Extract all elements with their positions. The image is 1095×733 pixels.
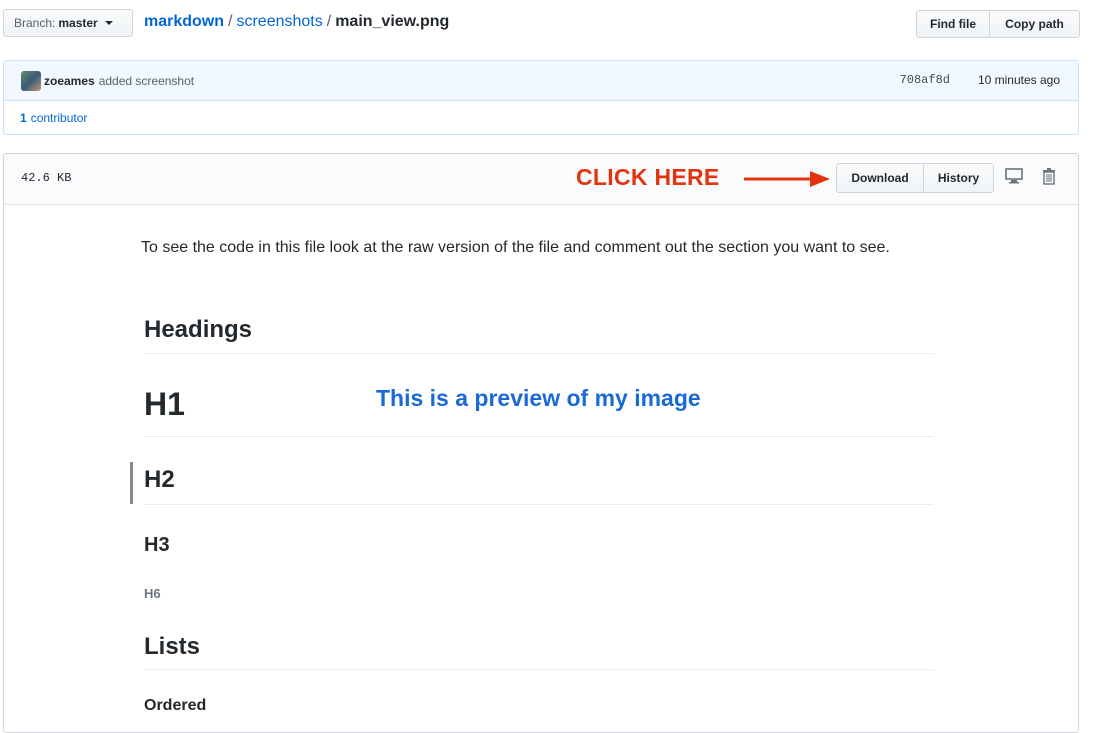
file-nav-buttons: Find file Copy path xyxy=(916,10,1080,38)
heading-h2: H2 xyxy=(144,466,175,493)
caret-down-icon xyxy=(104,21,113,25)
heading-headings: Headings xyxy=(144,316,253,343)
file-size: 42.6 KB xyxy=(21,171,72,185)
image-preview: To see the code in this file look at the… xyxy=(141,235,933,261)
heading-ordered: Ordered xyxy=(144,697,207,714)
text-cursor-marker xyxy=(130,462,133,504)
display-icon[interactable] xyxy=(1005,168,1023,184)
history-button[interactable]: History xyxy=(924,163,994,193)
avatar[interactable] xyxy=(21,70,41,91)
heading-h3: H3 xyxy=(144,534,170,556)
breadcrumb-separator: / xyxy=(228,13,233,30)
arrow-right-icon xyxy=(744,171,830,187)
commit-time: 10 minutes ago xyxy=(977,73,1060,87)
branch-select-button[interactable]: Branch: master xyxy=(3,9,133,37)
commit-author-link[interactable]: zoeames xyxy=(44,74,95,88)
intro-paragraph: To see the code in this file look at the… xyxy=(141,239,890,256)
click-here-annotation: CLICK HERE xyxy=(576,164,720,190)
copy-path-button[interactable]: Copy path xyxy=(990,10,1080,38)
contributors-link[interactable]: 1 contributor xyxy=(4,101,1078,134)
heading-lists: Lists xyxy=(144,633,201,660)
heading-divider xyxy=(144,436,934,437)
heading-divider xyxy=(144,353,934,354)
find-file-button[interactable]: Find file xyxy=(916,10,990,38)
branch-value: master xyxy=(58,16,98,30)
heading-divider xyxy=(144,669,934,670)
heading-divider xyxy=(144,504,934,505)
commit-tease: zoeames added screenshot 708af8d 10 minu… xyxy=(3,60,1079,135)
trash-icon[interactable] xyxy=(1042,168,1056,185)
preview-annotation: This is a preview of my image xyxy=(376,385,701,411)
breadcrumb: markdown / screenshots / main_view.png xyxy=(144,13,449,31)
file-action-buttons: Download History xyxy=(836,163,994,193)
contributors-count: 1 xyxy=(20,111,27,125)
breadcrumb-filename: main_view.png xyxy=(335,13,450,30)
file-header: 42.6 KB CLICK HERE Download History xyxy=(4,154,1078,205)
breadcrumb-folder-link[interactable]: screenshots xyxy=(236,13,322,30)
heading-h1: H1 xyxy=(144,386,185,422)
breadcrumb-separator: / xyxy=(326,13,332,30)
commit-sha-link[interactable]: 708af8d xyxy=(900,73,950,87)
commit-header: zoeames added screenshot 708af8d 10 minu… xyxy=(4,61,1078,101)
branch-label: Branch: xyxy=(14,16,56,30)
contributors-label: contributor xyxy=(30,111,88,125)
breadcrumb-repo-link[interactable]: markdown xyxy=(144,13,224,30)
commit-message[interactable]: added screenshot xyxy=(99,74,194,88)
download-button[interactable]: Download xyxy=(836,163,924,193)
heading-h6: H6 xyxy=(144,586,161,601)
